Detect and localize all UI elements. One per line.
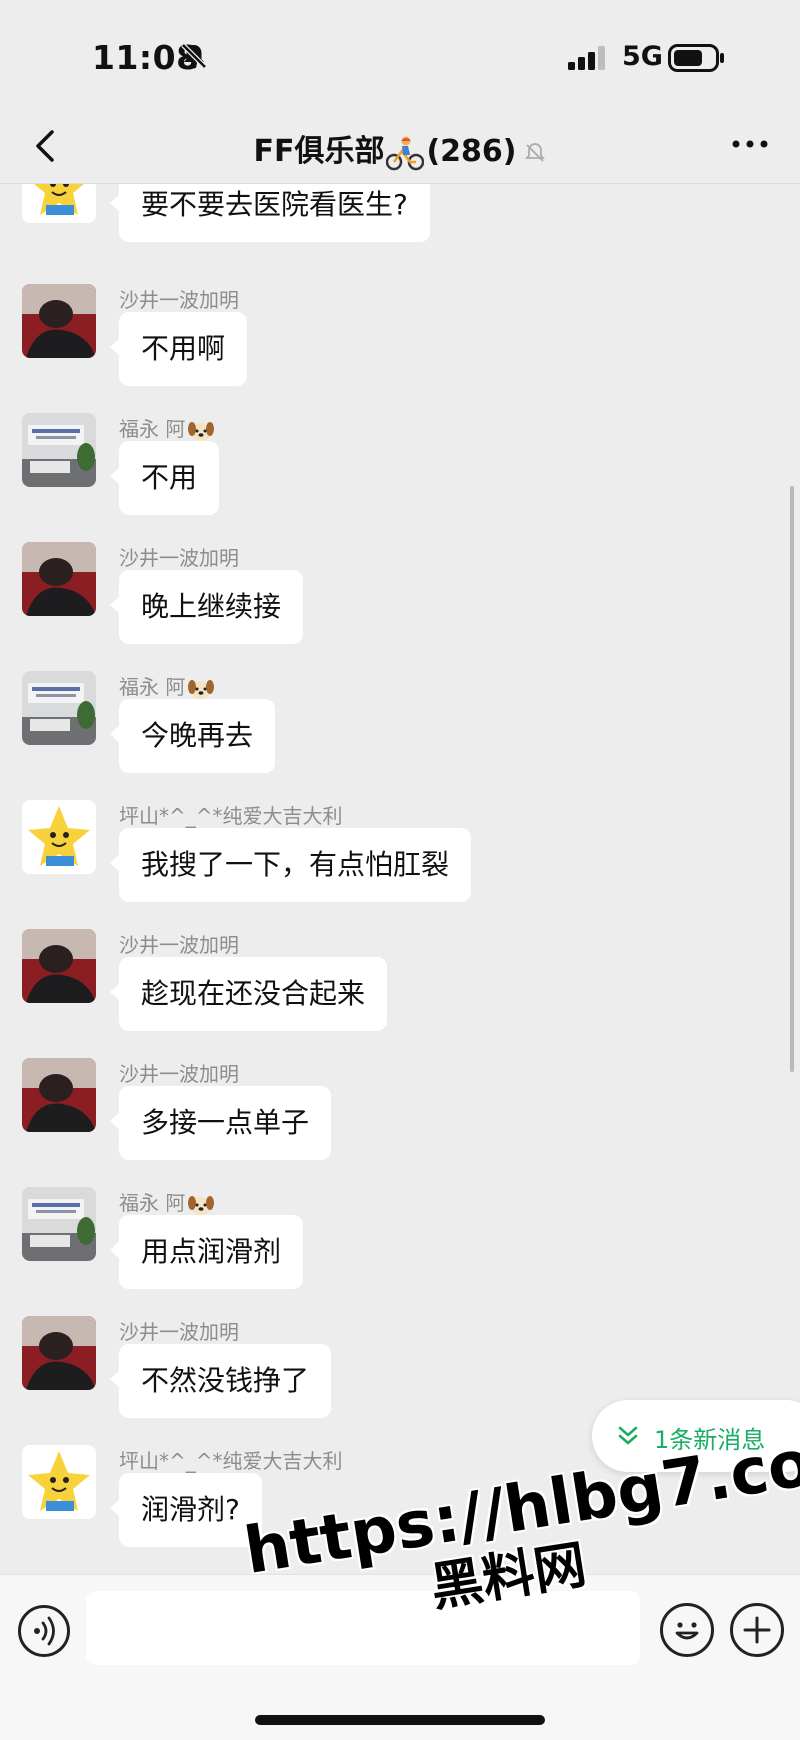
home-indicator bbox=[255, 1715, 545, 1725]
sender-name: 沙井一波加明 bbox=[119, 1320, 239, 1344]
double-chevron-down-icon bbox=[618, 1426, 638, 1445]
message-bubble[interactable]: 不用 bbox=[109, 441, 220, 515]
person-avatar[interactable] bbox=[22, 284, 96, 358]
sender-name: 沙井一波加明 bbox=[119, 933, 239, 957]
plus-icon bbox=[743, 1616, 771, 1644]
sender-name: 福永 阿 bbox=[119, 413, 215, 443]
battery-icon bbox=[668, 44, 724, 72]
star-avatar[interactable] bbox=[22, 800, 96, 874]
office-avatar[interactable] bbox=[22, 671, 96, 745]
sender-name: 沙井一波加明 bbox=[119, 546, 239, 570]
message-bubble[interactable]: 晚上继续接 bbox=[109, 570, 304, 644]
more-dots-icon[interactable] bbox=[730, 132, 770, 156]
sender-name: 沙井一波加明 bbox=[119, 1062, 239, 1086]
office-avatar[interactable] bbox=[22, 413, 96, 487]
person-avatar[interactable] bbox=[22, 1316, 96, 1390]
dog-emoji-icon bbox=[188, 679, 215, 699]
sender-name: 沙井一波加明 bbox=[119, 288, 239, 312]
person-avatar[interactable] bbox=[22, 1058, 96, 1132]
message-bubble[interactable]: 趁现在还没合起来 bbox=[109, 957, 388, 1031]
message-bubble[interactable]: 不然没钱挣了 bbox=[109, 1344, 332, 1418]
emoji-button[interactable] bbox=[660, 1603, 714, 1657]
chat-header: FF俱乐部 (286) bbox=[0, 110, 800, 184]
group-name: FF俱乐部 bbox=[253, 134, 385, 169]
office-avatar[interactable] bbox=[22, 1187, 96, 1261]
voice-button[interactable] bbox=[18, 1605, 70, 1657]
star-avatar[interactable] bbox=[22, 1445, 96, 1519]
scrollbar[interactable] bbox=[790, 486, 794, 1072]
person-avatar[interactable] bbox=[22, 542, 96, 616]
emoji-icon bbox=[675, 1622, 699, 1640]
bell-slash-icon bbox=[181, 43, 207, 69]
new-messages-label: 1条新消息 bbox=[654, 1426, 766, 1454]
message-bubble[interactable]: 要不要去医院看医生? bbox=[110, 184, 430, 242]
message-bubble[interactable]: 润滑剂? bbox=[110, 1473, 262, 1547]
more-functions-button[interactable] bbox=[730, 1603, 784, 1657]
status-bar: 11:08 5G bbox=[0, 0, 800, 110]
voice-icon bbox=[34, 1616, 55, 1646]
chat-title: FF俱乐部 (286) bbox=[0, 126, 800, 171]
sender-name: 福永 阿 bbox=[119, 671, 215, 701]
message-list[interactable]: 要不要去医院看医生? 沙井一波加明 不用啊 福永 阿 不用 沙井一波加明 晚上继… bbox=[0, 184, 800, 1574]
dog-emoji-icon bbox=[188, 421, 215, 441]
sender-name: 坪山*^_^*纯爱大吉大利 bbox=[119, 804, 343, 828]
bell-slash-icon bbox=[524, 142, 545, 162]
star-avatar[interactable] bbox=[22, 184, 96, 223]
cyclist-emoji-icon bbox=[386, 136, 425, 170]
new-messages-button[interactable]: 1条新消息 bbox=[592, 1400, 800, 1472]
sender-name: 坪山*^_^*纯爱大吉大利 bbox=[119, 1449, 343, 1473]
message-bubble[interactable]: 我搜了一下，有点怕肛裂 bbox=[109, 828, 472, 902]
message-bubble[interactable]: 多接一点单子 bbox=[109, 1086, 332, 1160]
message-input[interactable] bbox=[86, 1591, 640, 1665]
message-bubble[interactable]: 不用啊 bbox=[109, 312, 248, 386]
member-count: (286) bbox=[426, 134, 517, 169]
sender-name: 福永 阿 bbox=[119, 1187, 215, 1217]
person-avatar[interactable] bbox=[22, 929, 96, 1003]
dog-emoji-icon bbox=[188, 1195, 215, 1215]
network-type: 5G bbox=[622, 41, 663, 72]
message-bubble[interactable]: 今晚再去 bbox=[109, 699, 276, 773]
message-bubble[interactable]: 用点润滑剂 bbox=[109, 1215, 304, 1289]
signal-icon bbox=[568, 46, 605, 70]
